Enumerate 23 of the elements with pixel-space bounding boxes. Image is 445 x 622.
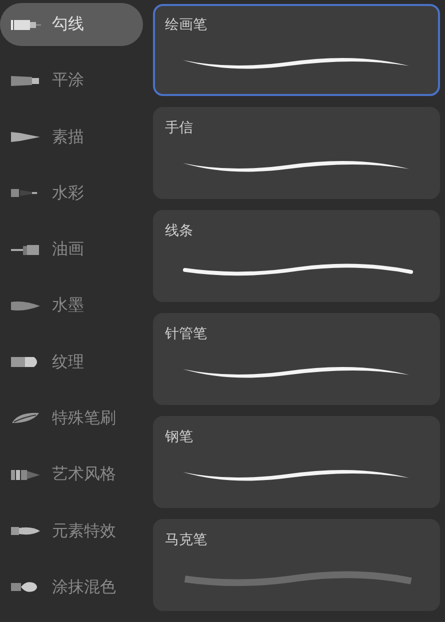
category-item[interactable]: 水彩 [0,172,143,216]
brush-name: 绘画笔 [165,16,207,34]
category-item[interactable]: 纹理 [0,340,143,384]
category-item[interactable]: 涂抹混色 [0,566,143,609]
category-item[interactable]: 平涂 [0,59,143,103]
category-item[interactable]: 特殊笔刷 [0,396,143,440]
brush-card[interactable]: 绘画笔 [153,4,440,96]
brush-card[interactable]: 马克笔 [153,519,440,611]
category-item[interactable]: 勾线 [0,3,143,46]
brush-name: 针管笔 [165,325,207,343]
brush-card[interactable]: 钢笔 [153,416,440,508]
category-item[interactable]: 元素特效 [0,509,143,553]
brush-card[interactable]: 针管笔 [153,313,440,405]
category-item[interactable]: 艺术风格 [0,453,143,496]
category-item[interactable]: 素描 [0,116,143,159]
brush-card[interactable]: 线条 [153,210,440,302]
brush-name: 钢笔 [165,428,193,446]
category-item[interactable]: 油画 [0,228,143,272]
brush-name: 马克笔 [165,531,207,549]
category-item[interactable]: 水墨 [0,284,143,328]
brush-card[interactable]: 手信 [153,107,440,199]
brush-name: 手信 [165,119,193,137]
brush-name: 线条 [165,222,193,240]
